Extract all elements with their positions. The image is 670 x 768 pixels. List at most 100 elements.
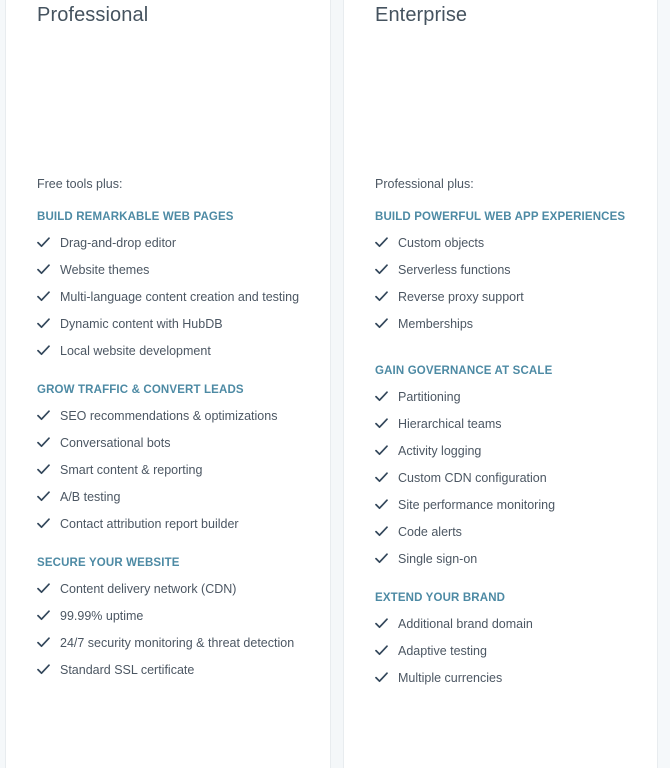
check-icon: [375, 669, 398, 688]
feature-group-heading: GAIN GOVERNANCE AT SCALE: [375, 365, 553, 377]
feature-list: SEO recommendations & optimizations Conve…: [37, 407, 310, 534]
check-icon: [375, 550, 398, 569]
feature-list-item: Single sign-on: [375, 550, 639, 569]
feature-label: Custom CDN configuration: [398, 471, 547, 485]
feature-list-item: Adaptive testing: [375, 642, 639, 661]
feature-list-item: Site performance monitoring: [375, 496, 639, 515]
feature-list-item: Website themes: [37, 261, 310, 280]
check-icon: [375, 315, 398, 334]
check-icon: [37, 234, 60, 253]
feature-label: Local website development: [60, 344, 211, 358]
feature-group-heading: BUILD REMARKABLE WEB PAGES: [37, 211, 234, 223]
feature-list-item: Code alerts: [375, 523, 639, 542]
feature-list-item: A/B testing: [37, 488, 310, 507]
feature-label: Partitioning: [398, 390, 461, 404]
check-icon: [37, 261, 60, 280]
feature-group-heading: GROW TRAFFIC & CONVERT LEADS: [37, 384, 244, 396]
feature-label: 99.99% uptime: [60, 609, 144, 623]
feature-list-item: Multi-language content creation and test…: [37, 288, 310, 307]
feature-list-item: SEO recommendations & optimizations: [37, 407, 310, 426]
feature-label: Conversational bots: [60, 436, 171, 450]
feature-group-heading: BUILD POWERFUL WEB APP EXPERIENCES: [375, 211, 626, 223]
feature-group: GAIN GOVERNANCE AT SCALE Partitioning Hier…: [375, 364, 639, 569]
check-icon: [375, 642, 398, 661]
check-icon: [375, 496, 398, 515]
check-icon: [375, 234, 398, 253]
check-icon: [375, 388, 398, 407]
check-icon: [37, 515, 60, 534]
feature-label: A/B testing: [60, 490, 121, 504]
feature-label: Activity logging: [398, 444, 482, 458]
feature-label: SEO recommendations & optimizations: [60, 409, 278, 423]
feature-list-item: Multiple currencies: [375, 669, 639, 688]
feature-list: Custom objects Serverless functions Revers…: [375, 234, 639, 334]
feature-list-item: Custom objects: [375, 234, 639, 253]
feature-list-item: Hierarchical teams: [375, 415, 639, 434]
plan-intro-professional: Free tools plus:: [37, 177, 123, 191]
plan-column-professional: Professional Free tools plus: BUILD REMA…: [5, 0, 331, 768]
feature-list-item: Conversational bots: [37, 434, 310, 453]
feature-group-heading: SECURE YOUR WEBSITE: [37, 557, 180, 569]
feature-label: Drag-and-drop editor: [60, 236, 177, 250]
feature-list-item: Contact attribution report builder: [37, 515, 310, 534]
feature-label: Content delivery network (CDN): [60, 582, 237, 596]
feature-list-item: Content delivery network (CDN): [37, 580, 310, 599]
pricing-comparison-board: Professional Free tools plus: BUILD REMA…: [0, 0, 670, 768]
check-icon: [37, 634, 60, 653]
feature-label: Additional brand domain: [398, 617, 533, 631]
check-icon: [375, 442, 398, 461]
feature-groups-professional: BUILD REMARKABLE WEB PAGES Drag-and-drop …: [37, 210, 310, 680]
check-icon: [37, 434, 60, 453]
feature-label: Memberships: [398, 317, 474, 331]
check-icon: [37, 488, 60, 507]
feature-list-item: Local website development: [37, 342, 310, 361]
plan-title-enterprise: Enterprise: [375, 4, 468, 26]
check-icon: [37, 407, 60, 426]
feature-label: Smart content & reporting: [60, 463, 203, 477]
feature-label: Contact attribution report builder: [60, 517, 239, 531]
check-icon: [375, 523, 398, 542]
feature-label: Dynamic content with HubDB: [60, 317, 223, 331]
feature-list-item: Serverless functions: [375, 261, 639, 280]
feature-group-heading: EXTEND YOUR BRAND: [375, 592, 506, 604]
check-icon: [37, 580, 60, 599]
feature-list: Partitioning Hierarchical teams Activity l…: [375, 388, 639, 569]
feature-list-item: Dynamic content with HubDB: [37, 315, 310, 334]
feature-list-item: Partitioning: [375, 388, 639, 407]
feature-list-item: Standard SSL certificate: [37, 661, 310, 680]
feature-label: Single sign-on: [398, 552, 478, 566]
feature-group: GROW TRAFFIC & CONVERT LEADS SEO recommen…: [37, 383, 310, 534]
plan-header-spacer: [375, 28, 639, 176]
feature-label: Reverse proxy support: [398, 290, 524, 304]
column-gutter: [331, 0, 343, 768]
feature-list-item: Drag-and-drop editor: [37, 234, 310, 253]
feature-label: Multiple currencies: [398, 671, 503, 685]
check-icon: [375, 469, 398, 488]
check-icon: [375, 615, 398, 634]
feature-list-item: Reverse proxy support: [375, 288, 639, 307]
feature-group: EXTEND YOUR BRAND Additional brand domain…: [375, 591, 639, 688]
check-icon: [37, 661, 60, 680]
plan-title-professional: Professional: [37, 4, 149, 26]
check-icon: [375, 261, 398, 280]
feature-label: Website themes: [60, 263, 150, 277]
feature-label: Adaptive testing: [398, 644, 487, 658]
feature-list: Drag-and-drop editor Website themes Multi-…: [37, 234, 310, 361]
plan-column-enterprise: Enterprise Professional plus: BUILD POWE…: [343, 0, 658, 768]
check-icon: [37, 288, 60, 307]
feature-list-item: 24/7 security monitoring & threat detect…: [37, 634, 310, 653]
feature-label: Serverless functions: [398, 263, 511, 277]
plan-header-spacer: [37, 28, 310, 176]
check-icon: [375, 288, 398, 307]
feature-list: Content delivery network (CDN) 99.99% upt…: [37, 580, 310, 680]
feature-list-item: Smart content & reporting: [37, 461, 310, 480]
feature-group: SECURE YOUR WEBSITE Content delivery netw…: [37, 556, 310, 680]
feature-list-item: Memberships: [375, 315, 639, 334]
plan-intro-enterprise: Professional plus:: [375, 177, 474, 191]
feature-label: Multi-language content creation and test…: [60, 290, 300, 304]
feature-list-item: Additional brand domain: [375, 615, 639, 634]
feature-label: Standard SSL certificate: [60, 663, 195, 677]
feature-group: BUILD REMARKABLE WEB PAGES Drag-and-drop …: [37, 210, 310, 361]
check-icon: [37, 315, 60, 334]
feature-list-item: Custom CDN configuration: [375, 469, 639, 488]
